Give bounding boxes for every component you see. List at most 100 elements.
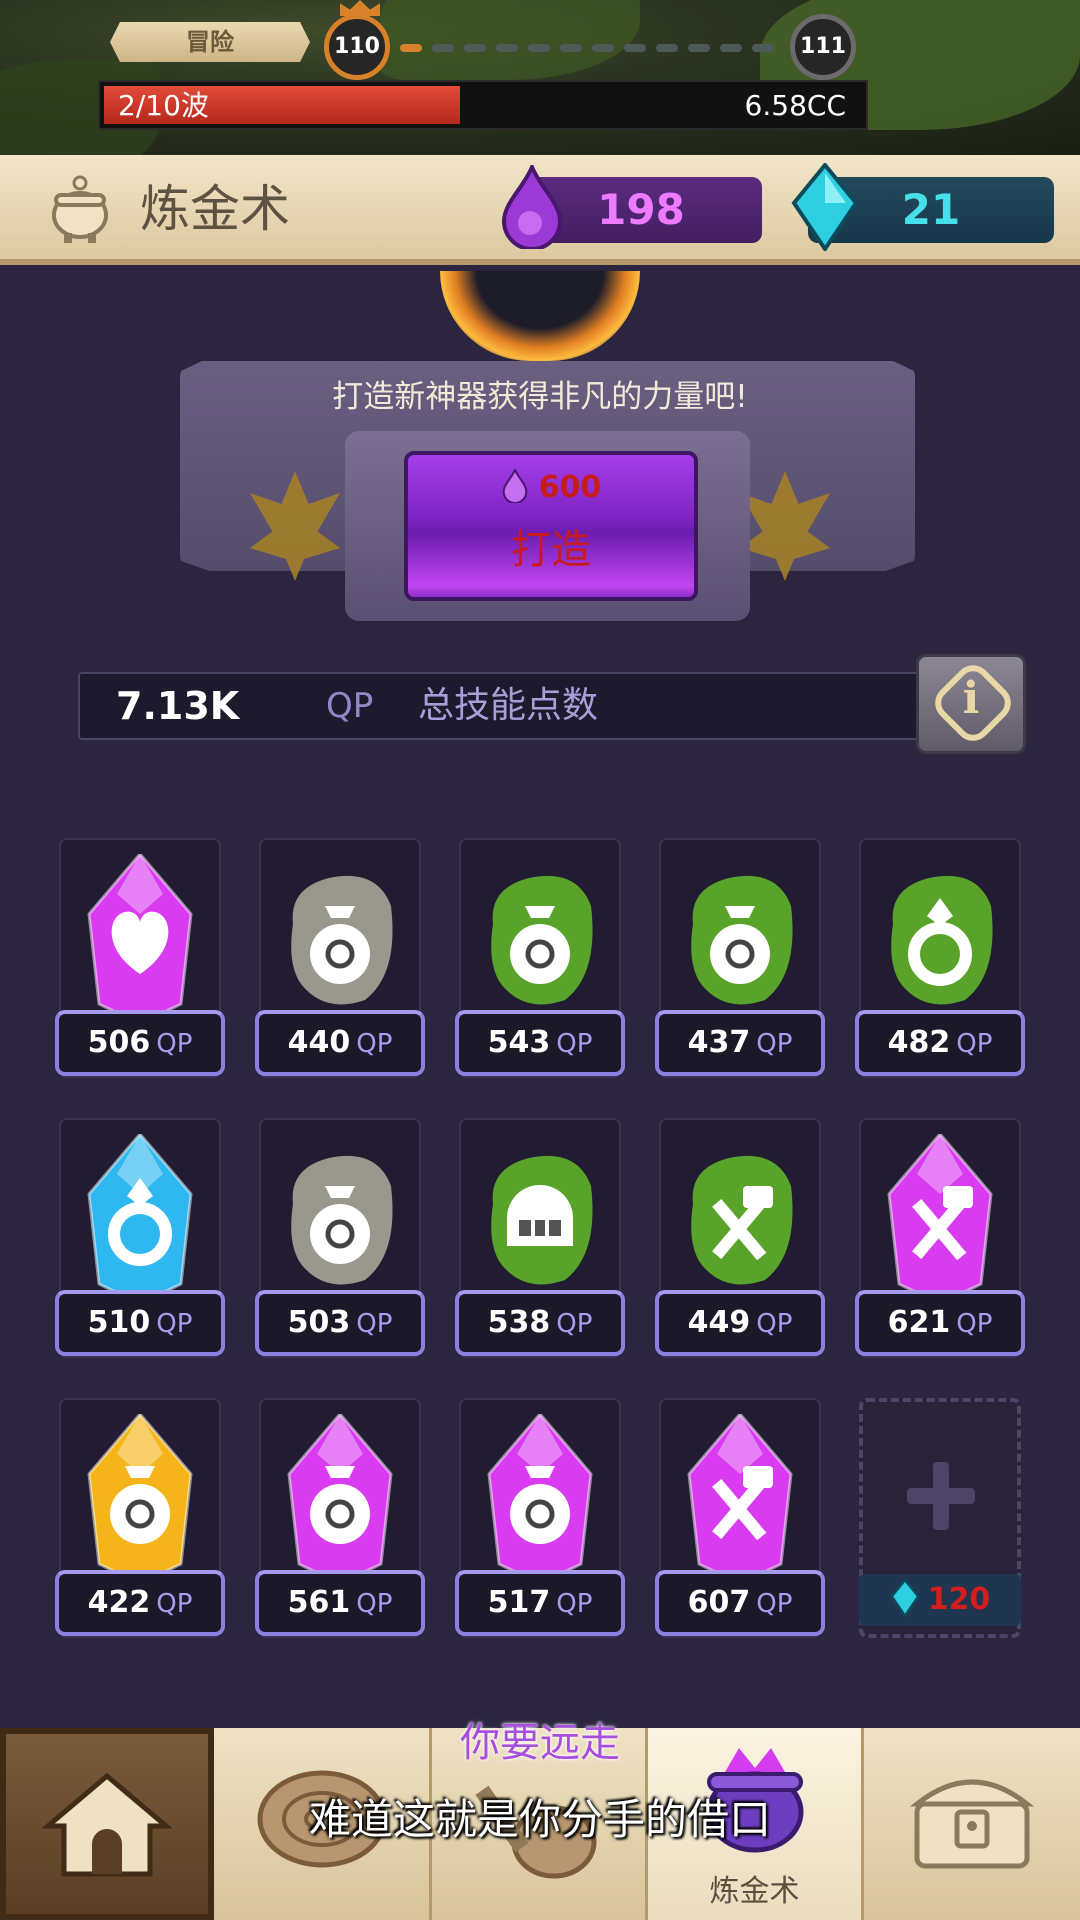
artifact-gem — [273, 1134, 407, 1304]
artifact-qp-unit: QP — [156, 1589, 193, 1619]
level-progress-dash — [432, 44, 454, 52]
artifact-qp-unit: QP — [156, 1309, 193, 1339]
page-header: 炼金术 198 21 — [0, 155, 1080, 265]
wave-progress-bar: 2/10波 6.58CC — [98, 80, 868, 130]
artifact-gem — [473, 1411, 607, 1586]
artifact-qp-tag: 440 QP — [255, 1010, 425, 1076]
add-artifact-slot[interactable]: 120 — [855, 1398, 1025, 1653]
artifact-qp-value: 437 — [687, 1025, 751, 1060]
money-bag-icon — [691, 875, 793, 1005]
artifact-gem — [73, 1411, 207, 1586]
artifact-qp-value: 503 — [287, 1305, 351, 1340]
level-progress-dash — [592, 44, 614, 52]
money-bag-icon — [291, 1155, 393, 1285]
artifact-gem — [873, 854, 1007, 1024]
artifact-qp-unit: QP — [356, 1589, 393, 1619]
level-progress-dash — [688, 44, 710, 52]
forge-cost: 600 — [408, 467, 694, 505]
money-bag-icon — [291, 875, 393, 1005]
background-leaf — [380, 0, 640, 80]
artifact-qp-value: 449 — [687, 1305, 751, 1340]
level-progress-dash — [464, 44, 486, 52]
forge-slogan: 打造新神器获得非凡的力量吧! — [332, 379, 748, 415]
forge-button-label: 打造 — [511, 527, 591, 573]
artifact-qp-unit: QP — [156, 1029, 193, 1059]
hammer-icon — [887, 1131, 993, 1306]
artifact-qp-tag: 449 QP — [655, 1290, 825, 1356]
heart-icon — [87, 851, 193, 1026]
purple-drop-icon — [502, 467, 528, 504]
artifact-qp-tag: 506 QP — [55, 1010, 225, 1076]
artifact-qp-tag: 422 QP — [55, 1570, 225, 1636]
artifact-slot[interactable]: 517 QP — [455, 1398, 625, 1653]
artifact-qp-value: 538 — [487, 1305, 551, 1340]
artifact-slot[interactable]: 440 QP — [255, 838, 425, 1093]
stage-label[interactable]: 冒险 — [110, 22, 310, 62]
artifact-gem — [473, 1134, 607, 1304]
artifact-qp-tag: 437 QP — [655, 1010, 825, 1076]
artifact-qp-unit: QP — [756, 1309, 793, 1339]
artifact-gem — [673, 1411, 807, 1586]
artifact-qp-tag: 538 QP — [455, 1290, 625, 1356]
artifact-slot[interactable]: 437 QP — [655, 838, 825, 1093]
artifact-gem — [873, 1131, 1007, 1306]
level-progress-dash — [720, 44, 742, 52]
wave-count: 2/10波 — [118, 89, 209, 122]
artifact-slot[interactable]: 538 QP — [455, 1118, 625, 1373]
gold-amount: 6.58CC — [744, 89, 846, 122]
money-bag-icon — [87, 1411, 193, 1586]
cauldron-icon — [52, 175, 108, 243]
artifact-slot[interactable]: 510 QP — [55, 1118, 225, 1373]
artifact-qp-unit: QP — [956, 1309, 993, 1339]
purple-drop-icon — [501, 165, 563, 249]
cauldron-image — [440, 271, 640, 361]
info-icon: i — [962, 673, 980, 724]
next-level-badge: 111 — [790, 14, 856, 80]
forge-area: 打造新神器获得非凡的力量吧! 600 打造 — [0, 271, 1080, 651]
level-progress-dash — [528, 44, 550, 52]
helmet-icon — [491, 1155, 593, 1285]
game-top-bar: 冒险 110 111 2/10波 6.58CC — [0, 0, 1080, 155]
artifact-qp-tag: 561 QP — [255, 1570, 425, 1636]
artifact-slot[interactable]: 482 QP — [855, 838, 1025, 1093]
artifact-slot[interactable]: 503 QP — [255, 1118, 425, 1373]
gem-amount: 21 — [901, 185, 961, 234]
artifact-qp-unit: QP — [756, 1029, 793, 1059]
artifact-qp-tag: 517 QP — [455, 1570, 625, 1636]
current-level-badge: 110 — [324, 14, 390, 80]
artifact-slot[interactable]: 449 QP — [655, 1118, 825, 1373]
artifact-qp-tag: 510 QP — [55, 1290, 225, 1356]
artifact-slot[interactable]: 621 QP — [855, 1118, 1025, 1373]
total-qp-caption: 总技能点数 — [418, 685, 599, 726]
artifact-slot[interactable]: 561 QP — [255, 1398, 425, 1653]
artifact-gem — [273, 1411, 407, 1586]
artifact-qp-tag: 621 QP — [855, 1290, 1025, 1356]
artifact-qp-unit: QP — [356, 1309, 393, 1339]
purple-essence-amount: 198 — [597, 185, 685, 234]
plus-icon — [907, 1462, 975, 1530]
artifact-qp-value: 607 — [687, 1585, 751, 1620]
unlock-slot-price: 120 — [859, 1574, 1021, 1626]
forge-button[interactable]: 600 打造 — [404, 451, 698, 601]
artifact-slot[interactable]: 422 QP — [55, 1398, 225, 1653]
money-bag-icon — [491, 875, 593, 1005]
artifact-slot[interactable]: 543 QP — [455, 838, 625, 1093]
level-progress-dash — [624, 44, 646, 52]
unlock-slot-price-value: 120 — [927, 1582, 991, 1617]
artifact-qp-unit: QP — [756, 1589, 793, 1619]
artifact-qp-value: 440 — [287, 1025, 351, 1060]
subtitle-line-1: 你要远走 — [460, 1720, 620, 1766]
artifact-qp-value: 517 — [487, 1585, 551, 1620]
artifact-slot[interactable]: 506 QP — [55, 838, 225, 1093]
level-progress-dash — [752, 44, 774, 52]
artifact-qp-tag: 503 QP — [255, 1290, 425, 1356]
artifact-slot[interactable]: 607 QP — [655, 1398, 825, 1653]
info-button[interactable]: i — [916, 654, 1026, 754]
artifact-qp-value: 543 — [487, 1025, 551, 1060]
artifact-qp-value: 621 — [887, 1305, 951, 1340]
artifact-gem — [73, 1131, 207, 1306]
total-skill-points-bar: 7.13K QP 总技能点数 — [78, 672, 950, 740]
artifact-qp-unit: QP — [356, 1029, 393, 1059]
artifact-qp-unit: QP — [556, 1309, 593, 1339]
artifact-gem — [73, 851, 207, 1026]
